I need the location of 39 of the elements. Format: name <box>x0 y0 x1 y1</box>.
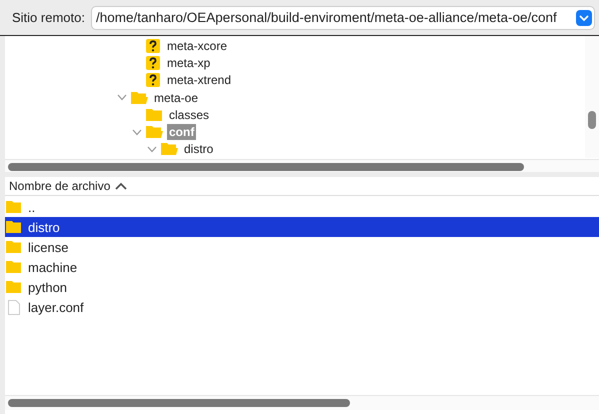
file-row[interactable]: .. <box>5 197 599 217</box>
file-name: license <box>28 240 68 254</box>
horizontal-scrollbar[interactable] <box>5 159 599 172</box>
chevron-down-icon[interactable] <box>146 146 156 153</box>
chevron-down-icon[interactable] <box>132 128 142 136</box>
folder-icon <box>6 280 22 294</box>
file-name: distro <box>28 220 60 234</box>
tree-item[interactable]: distro <box>182 141 216 158</box>
file-name: .. <box>28 200 36 214</box>
tree-item[interactable]: meta-xtrend <box>165 72 234 88</box>
file-name: layer.conf <box>28 300 84 314</box>
tree-item[interactable]: meta-xcore <box>165 38 230 54</box>
tree-item[interactable]: meta-oe <box>152 90 200 106</box>
file-name: python <box>28 280 68 294</box>
file-row[interactable]: license <box>5 237 599 257</box>
question-mark-icon <box>145 38 161 54</box>
tree-item[interactable]: meta-xp <box>165 54 212 71</box>
remote-path-combobox[interactable]: /home/tanharo/OEApersonal/build-enviroment/meta-oe-alliance/meta-oe/conf <box>90 6 595 30</box>
folder-icon <box>160 141 178 158</box>
folder-icon <box>130 90 148 106</box>
folder-icon <box>6 200 22 214</box>
folder-icon <box>145 124 163 140</box>
question-mark-icon <box>145 54 161 71</box>
remote-site-label: Sitio remoto: <box>12 10 85 25</box>
question-mark-icon <box>145 72 161 88</box>
file-row[interactable]: distro <box>5 217 599 237</box>
file-row[interactable]: layer.conf <box>5 297 599 317</box>
vertical-scrollbar[interactable] <box>585 36 599 158</box>
file-row[interactable]: machine <box>5 257 599 277</box>
chevron-down-icon[interactable] <box>116 94 126 102</box>
tree-item[interactable]: classes <box>167 106 212 123</box>
file-name: machine <box>28 260 78 274</box>
folder-icon <box>6 220 22 234</box>
folder-icon <box>145 106 163 123</box>
file-row[interactable]: python <box>5 277 599 297</box>
horizontal-scrollbar[interactable] <box>5 395 599 410</box>
chevron-down-icon[interactable] <box>576 10 592 26</box>
folder-icon <box>6 260 22 274</box>
folder-icon <box>6 240 22 254</box>
